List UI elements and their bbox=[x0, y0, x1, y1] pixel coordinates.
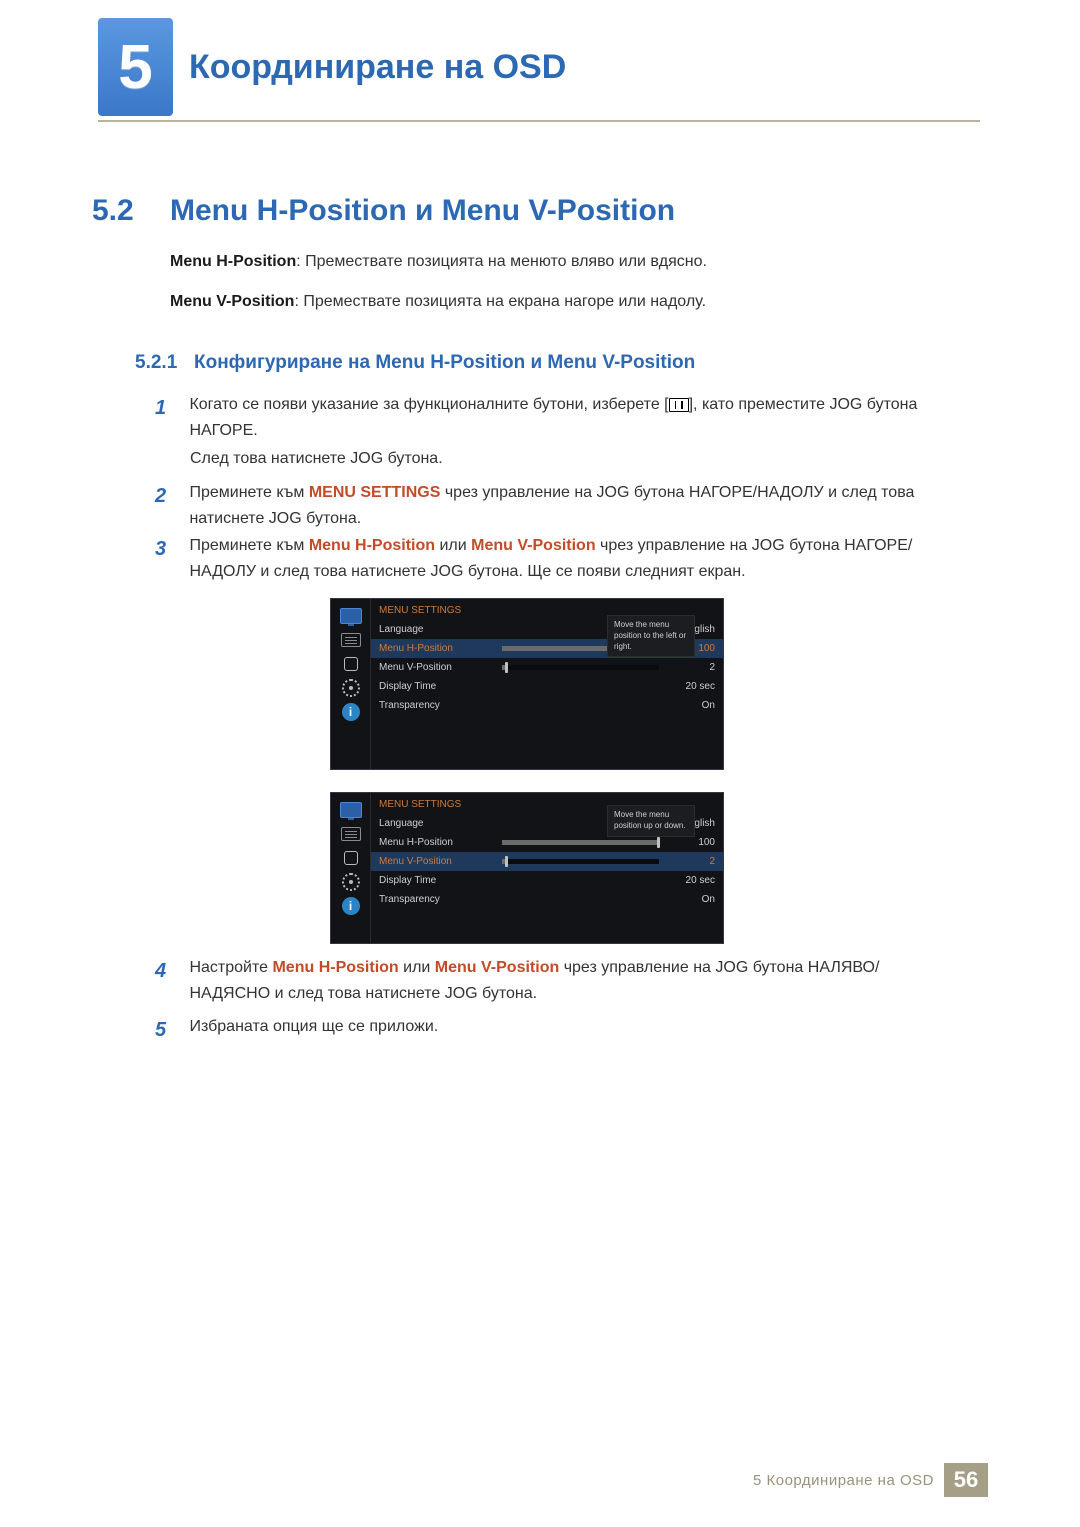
step-5: 5 Избраната опция ще се приложи. bbox=[155, 1014, 965, 1046]
osd-display-value: 20 sec bbox=[667, 681, 715, 692]
gear-icon bbox=[338, 871, 364, 893]
step-2: 2 Преминете към MENU SETTINGS чрез управ… bbox=[155, 480, 965, 531]
step-3-b1: Menu H-Position bbox=[309, 537, 435, 554]
osd2-display-value: 20 sec bbox=[667, 875, 715, 886]
osd-sidebar-2: i bbox=[331, 793, 371, 943]
step-3-mid: или bbox=[435, 537, 471, 554]
list-icon bbox=[338, 823, 364, 845]
arrows-icon bbox=[338, 847, 364, 869]
osd-language-label: Language bbox=[379, 624, 494, 635]
osd-vpos-bar bbox=[502, 665, 659, 670]
osd-transparency-value: On bbox=[667, 700, 715, 711]
step-4: 4 Настройте Menu H-Position или Menu V-P… bbox=[155, 955, 965, 1006]
step-2-bold: MENU SETTINGS bbox=[309, 484, 441, 501]
step-4-mid: или bbox=[399, 959, 435, 976]
header-rule bbox=[98, 120, 980, 122]
step-num-3: 3 bbox=[155, 533, 185, 565]
arrows-icon bbox=[338, 653, 364, 675]
intro-hpos-text: : Премествате позицията на менюто вляво … bbox=[296, 253, 707, 270]
osd-display-label: Display Time bbox=[379, 681, 494, 692]
gear-icon bbox=[338, 677, 364, 699]
osd-row-vpos: Menu V-Position 2 bbox=[371, 658, 723, 677]
chapter-header: 5 Координиране на OSD bbox=[98, 18, 566, 116]
osd2-vpos-bar bbox=[502, 859, 659, 864]
step-2-text: Преминете към MENU SETTINGS чрез управле… bbox=[189, 480, 959, 531]
footer-text: 5 Координиране на OSD bbox=[753, 1472, 934, 1489]
step-1-pre: Когато се появи указание за функционални… bbox=[189, 396, 668, 413]
monitor-icon bbox=[338, 799, 364, 821]
chapter-number-tab: 5 bbox=[98, 18, 173, 116]
osd-help-hpos: Move the menu position to the left or ri… bbox=[607, 615, 695, 657]
chapter-number: 5 bbox=[118, 32, 152, 103]
osd2-row-transparency: Transparency On bbox=[371, 890, 723, 909]
intro-hpos-label: Menu H-Position bbox=[170, 253, 296, 270]
osd2-vpos-label: Menu V-Position bbox=[379, 856, 494, 867]
osd2-vpos-value: 2 bbox=[667, 856, 715, 867]
osd-hpos-label: Menu H-Position bbox=[379, 643, 494, 654]
intro-vpos: Menu V-Position: Премествате позицията н… bbox=[170, 293, 706, 311]
section-title: Menu H-Position и Menu V-Position bbox=[170, 194, 675, 228]
step-1: 1 Когато се появи указание за функционал… bbox=[155, 392, 965, 443]
step-4-text: Настройте Menu H-Position или Menu V-Pos… bbox=[189, 955, 959, 1006]
osd-transparency-label: Transparency bbox=[379, 700, 494, 711]
step-num-5: 5 bbox=[155, 1014, 185, 1046]
osd2-row-display: Display Time 20 sec bbox=[371, 871, 723, 890]
osd2-language-label: Language bbox=[379, 818, 494, 829]
step-4-pre: Настройте bbox=[189, 959, 272, 976]
step-4-b2: Menu V-Position bbox=[435, 959, 559, 976]
step-num-2: 2 bbox=[155, 480, 185, 512]
info-icon: i bbox=[338, 895, 364, 917]
footer-page-number: 56 bbox=[944, 1463, 988, 1497]
menu-icon bbox=[669, 398, 689, 412]
osd-vpos-value: 2 bbox=[667, 662, 715, 673]
step-3: 3 Преминете към Menu H-Position или Menu… bbox=[155, 533, 965, 584]
osd-sidebar: i bbox=[331, 599, 371, 769]
chapter-title: Координиране на OSD bbox=[189, 48, 566, 87]
step-num-1: 1 bbox=[155, 392, 185, 424]
intro-vpos-text: : Премествате позицията на екрана нагоре… bbox=[294, 293, 706, 310]
step-3-b2: Menu V-Position bbox=[471, 537, 595, 554]
footer: 5 Координиране на OSD 56 bbox=[753, 1463, 988, 1497]
osd2-row-vpos-selected: Menu V-Position 2 bbox=[371, 852, 723, 871]
osd-row-display: Display Time 20 sec bbox=[371, 677, 723, 696]
osd2-display-label: Display Time bbox=[379, 875, 494, 886]
step-1-text: Когато се появи указание за функционални… bbox=[189, 392, 959, 443]
osd2-hpos-bar bbox=[502, 840, 659, 845]
step-3-pre: Преминете към bbox=[189, 537, 308, 554]
list-icon bbox=[338, 629, 364, 651]
step-5-text: Избраната опция ще се приложи. bbox=[189, 1014, 959, 1040]
section-number: 5.2 bbox=[92, 194, 134, 228]
osd2-transparency-value: On bbox=[667, 894, 715, 905]
intro-hpos: Menu H-Position: Премествате позицията н… bbox=[170, 253, 707, 271]
osd2-transparency-label: Transparency bbox=[379, 894, 494, 905]
step-4-b1: Menu H-Position bbox=[272, 959, 398, 976]
osd-vpos-label: Menu V-Position bbox=[379, 662, 494, 673]
step-1b: След това натиснете JOG бутона. bbox=[190, 446, 950, 472]
intro-vpos-label: Menu V-Position bbox=[170, 293, 294, 310]
step-num-4: 4 bbox=[155, 955, 185, 987]
step-3-text: Преминете към Menu H-Position или Menu V… bbox=[189, 533, 959, 584]
step-2-pre: Преминете към bbox=[189, 484, 308, 501]
info-icon: i bbox=[338, 701, 364, 723]
subsection-title: Конфигуриране на Menu H-Position и Menu … bbox=[194, 352, 695, 374]
osd2-hpos-value: 100 bbox=[667, 837, 715, 848]
osd-help-vpos: Move the menu position up or down. bbox=[607, 805, 695, 837]
osd-row-transparency: Transparency On bbox=[371, 696, 723, 715]
osd2-hpos-label: Menu H-Position bbox=[379, 837, 494, 848]
monitor-icon bbox=[338, 605, 364, 627]
subsection-number: 5.2.1 bbox=[135, 352, 177, 374]
